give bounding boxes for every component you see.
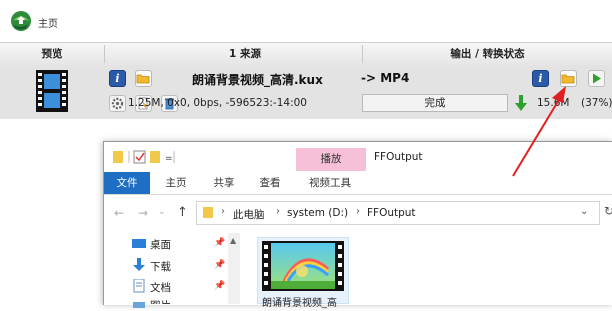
column-source[interactable]: 1 来源: [105, 43, 385, 65]
nav-item-desktop[interactable]: 桌面: [150, 237, 171, 252]
tab-home[interactable]: 主页: [156, 172, 196, 194]
file-name-label: 朗诵背景视频_高: [262, 298, 337, 309]
nav-item-downloads[interactable]: 下载: [150, 259, 171, 274]
context-tab-play[interactable]: 播放: [296, 148, 366, 171]
scroll-up-icon[interactable]: ▲: [230, 236, 236, 245]
tab-file[interactable]: 文件: [104, 172, 150, 194]
desktop-icon: [132, 238, 146, 253]
tab-share[interactable]: 共享: [204, 172, 244, 194]
nav-item-pictures[interactable]: 图片: [150, 298, 171, 304]
nav-item-documents[interactable]: 文档: [150, 280, 171, 295]
open-output-folder-icon[interactable]: [560, 70, 577, 87]
folder-icon[interactable]: [135, 70, 152, 87]
home-label[interactable]: 主页: [38, 15, 58, 30]
home-icon[interactable]: [9, 9, 33, 33]
column-header: 预览 1 来源 输出 / 转换状态: [0, 42, 612, 66]
breadcrumb-chevron-icon: ›: [276, 206, 280, 217]
pin-icon: 📌: [214, 281, 226, 291]
output-size: 15.6M: [537, 97, 570, 109]
info-icon[interactable]: i: [109, 70, 126, 87]
output-percent: (37%): [581, 97, 612, 109]
pictures-icon: [133, 298, 145, 311]
play-icon[interactable]: [588, 70, 605, 87]
address-dropdown-icon[interactable]: ⌄: [580, 206, 588, 217]
tab-view[interactable]: 查看: [250, 172, 290, 194]
video-thumbnail: [262, 241, 344, 294]
tab-video-tools[interactable]: 视频工具: [298, 172, 362, 194]
breadcrumb-drive[interactable]: system (D:): [287, 207, 348, 219]
source-filename: 朗诵背景视频_高清.kux: [192, 73, 323, 87]
output-info-icon[interactable]: i: [532, 70, 549, 87]
breadcrumb-chevron-icon: ›: [221, 206, 225, 217]
up-icon[interactable]: ↑: [177, 205, 188, 220]
documents-icon: [133, 278, 145, 296]
pin-icon: 📌: [214, 238, 226, 248]
source-info: 1.25M, 0x0, 0bps, -596523:-14:00: [128, 97, 307, 109]
breadcrumb-this-pc[interactable]: 此电脑: [233, 207, 265, 222]
forward-icon[interactable]: →: [138, 206, 148, 220]
film-icon: [32, 69, 72, 113]
recent-chevron-icon[interactable]: ⌄: [158, 207, 166, 217]
folder-small-icon: [202, 205, 216, 222]
download-arrow-icon: [515, 95, 527, 114]
quick-access-toolbar: =: [112, 149, 192, 168]
breadcrumb-chevron-icon: ›: [356, 206, 360, 217]
gear-icon[interactable]: [109, 95, 126, 112]
top-toolbar: [0, 0, 612, 42]
status-bar: 完成: [362, 94, 508, 112]
breadcrumb-folder[interactable]: FFOutput: [367, 207, 416, 219]
column-preview[interactable]: 预览: [0, 43, 104, 65]
column-output[interactable]: 输出 / 转换状态: [363, 43, 612, 65]
svg-text:=: =: [165, 154, 173, 164]
pin-icon: 📌: [214, 260, 226, 270]
back-icon[interactable]: ←: [114, 206, 124, 220]
window-title: FFOutput: [374, 151, 423, 163]
refresh-icon[interactable]: ↻: [604, 204, 612, 218]
target-format: -> MP4: [361, 71, 410, 85]
downloads-icon: [133, 258, 145, 275]
